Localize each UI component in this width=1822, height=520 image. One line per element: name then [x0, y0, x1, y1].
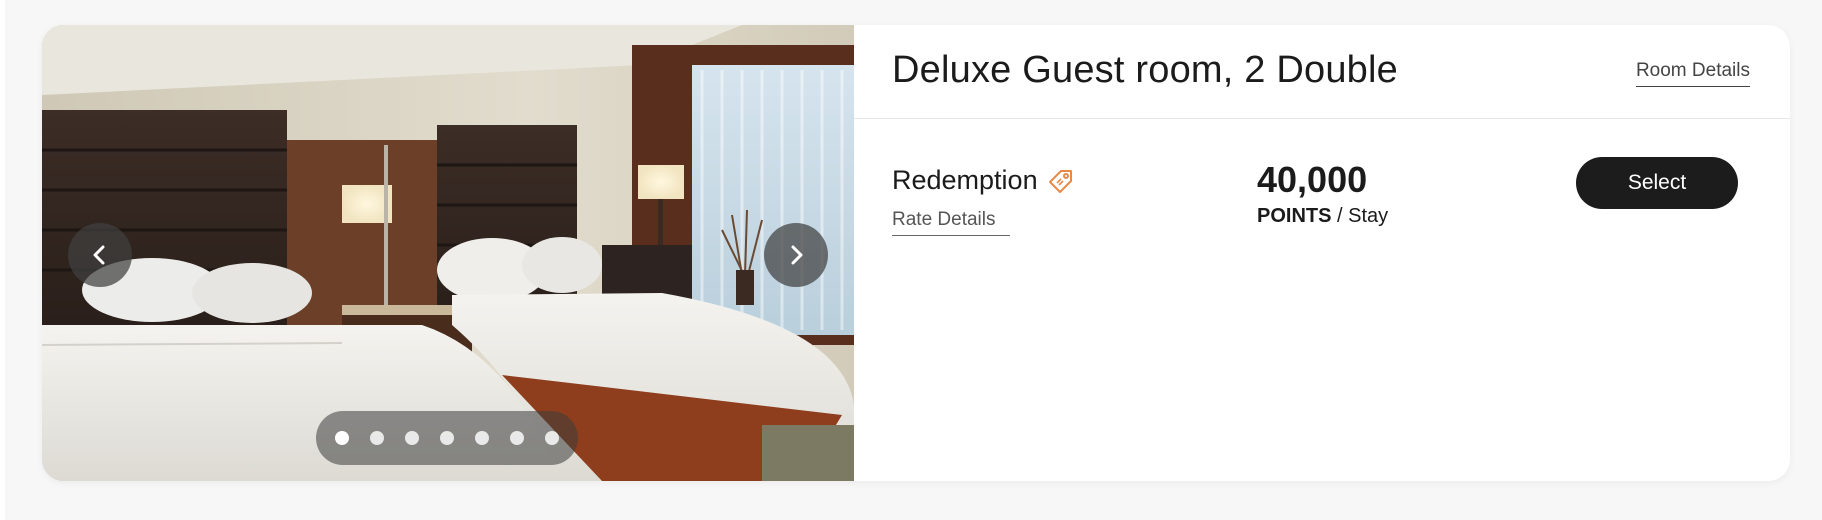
carousel-dot[interactable] — [440, 431, 454, 445]
room-header: Deluxe Guest room, 2 Double Room Details — [854, 25, 1790, 119]
carousel-prev-button[interactable] — [68, 223, 132, 287]
chevron-left-icon — [93, 245, 105, 265]
select-button[interactable]: Select — [1576, 157, 1738, 209]
carousel-pagination — [316, 411, 578, 465]
tag-icon — [1048, 169, 1072, 193]
points-per: / Stay — [1337, 205, 1389, 227]
carousel-dot[interactable] — [545, 431, 559, 445]
chevron-right-icon — [791, 245, 803, 265]
page-gutter — [0, 0, 5, 520]
rate-details-link[interactable]: Rate Details — [892, 209, 1010, 236]
carousel-dot[interactable] — [475, 431, 489, 445]
carousel-dot[interactable] — [405, 431, 419, 445]
points-value: 40,000 — [1257, 159, 1368, 200]
room-details-link[interactable]: Room Details — [1635, 60, 1750, 87]
room-title: Deluxe Guest room, 2 Double — [892, 49, 1398, 91]
points-label: POINTS — [1257, 205, 1332, 227]
room-photo-carousel — [42, 25, 854, 481]
carousel-dot[interactable] — [335, 431, 349, 445]
points-unit: POINTS / Stay — [1257, 205, 1388, 228]
room-details-panel: Deluxe Guest room, 2 Double Room Details… — [854, 25, 1790, 481]
carousel-dot[interactable] — [370, 431, 384, 445]
rate-name-label: Redemption — [892, 165, 1038, 195]
carousel-next-button[interactable] — [764, 223, 828, 287]
rate-row: Redemption Rate Details 40,000 POINTS / … — [854, 119, 1790, 481]
carousel-dot[interactable] — [510, 431, 524, 445]
room-card: Deluxe Guest room, 2 Double Room Details… — [42, 25, 1790, 481]
rate-name: Redemption — [892, 165, 1074, 196]
